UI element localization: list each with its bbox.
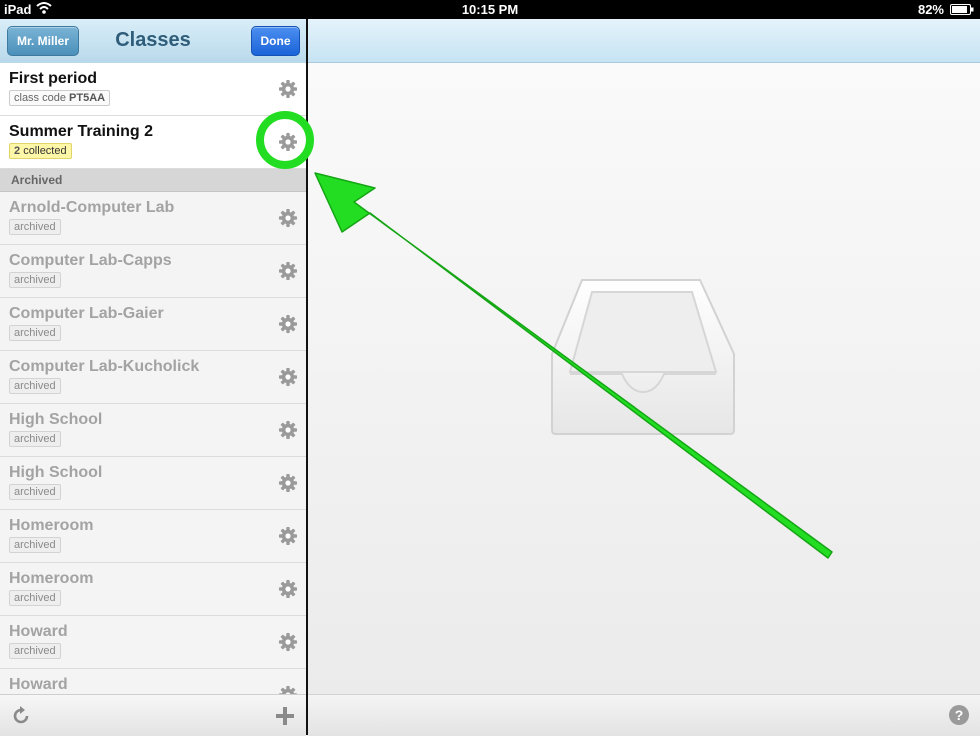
- archived-badge: archived: [9, 590, 61, 606]
- gear-icon[interactable]: [278, 473, 298, 493]
- class-name: High School: [9, 464, 103, 481]
- class-name: Computer Lab-Capps: [9, 252, 172, 269]
- archived-class-row[interactable]: Howard archived: [0, 616, 306, 669]
- battery-percent: 82%: [917, 2, 944, 17]
- class-name: Howard: [9, 676, 68, 693]
- class-row[interactable]: Summer Training 2 2 collected: [0, 116, 306, 169]
- archived-class-row[interactable]: High School archived: [0, 404, 306, 457]
- gear-icon[interactable]: [278, 526, 298, 546]
- gear-icon[interactable]: [278, 420, 298, 440]
- archived-badge: archived: [9, 272, 61, 288]
- battery-icon: [950, 4, 974, 15]
- empty-tray-icon: [551, 279, 735, 435]
- class-name: Computer Lab-Gaier: [9, 305, 164, 322]
- gear-icon[interactable]: [278, 132, 298, 152]
- class-name: Computer Lab-Kucholick: [9, 358, 200, 375]
- gear-icon[interactable]: [278, 632, 298, 652]
- help-icon[interactable]: ?: [948, 704, 970, 726]
- archived-class-row[interactable]: Arnold-Computer Lab archived: [0, 192, 306, 245]
- class-name: Homeroom: [9, 570, 94, 587]
- class-code-value: PT5AA: [69, 92, 106, 104]
- gear-icon[interactable]: [278, 261, 298, 281]
- done-button[interactable]: Done: [251, 26, 300, 56]
- status-bar: iPad 10:15 PM 82%: [0, 0, 980, 19]
- class-name: Summer Training 2: [9, 123, 154, 140]
- class-list: First period class code PT5AA Summer Tra…: [0, 63, 306, 700]
- classes-navbar: Mr. Miller Classes Done: [0, 19, 306, 64]
- collected-count: 2: [14, 145, 21, 157]
- class-name: High School: [9, 411, 103, 428]
- detail-pane: ?: [308, 19, 980, 736]
- archived-badge: archived: [9, 484, 61, 500]
- gear-icon[interactable]: [278, 79, 298, 99]
- archived-class-row[interactable]: Computer Lab-Kucholick archived: [0, 351, 306, 404]
- archived-badge: archived: [9, 219, 61, 235]
- archived-class-row[interactable]: Computer Lab-Capps archived: [0, 245, 306, 298]
- refresh-icon[interactable]: [10, 705, 32, 727]
- class-name: Howard: [9, 623, 68, 640]
- gear-icon[interactable]: [278, 579, 298, 599]
- class-row[interactable]: First period class code PT5AA: [0, 63, 306, 116]
- status-time: 10:15 PM: [461, 2, 519, 17]
- collected-label: collected: [23, 145, 67, 157]
- detail-navbar: [308, 19, 980, 63]
- classes-toolbar: [0, 694, 306, 736]
- archived-badge: archived: [9, 643, 61, 659]
- class-name: Homeroom: [9, 517, 94, 534]
- class-code-badge: class code PT5AA: [9, 90, 111, 106]
- gear-icon[interactable]: [278, 314, 298, 334]
- archived-badge: archived: [9, 325, 61, 341]
- plus-icon[interactable]: [274, 705, 296, 727]
- collected-badge: 2 collected: [9, 143, 72, 159]
- archived-class-row[interactable]: Homeroom archived: [0, 563, 306, 616]
- archived-class-row[interactable]: Computer Lab-Gaier archived: [0, 298, 306, 351]
- gear-icon[interactable]: [278, 208, 298, 228]
- svg-text:?: ?: [955, 707, 964, 723]
- classes-pane: Mr. Miller Classes Done First period cla…: [0, 19, 306, 736]
- gear-icon[interactable]: [278, 367, 298, 387]
- archived-class-row[interactable]: High School archived: [0, 457, 306, 510]
- archived-badge: archived: [9, 378, 61, 394]
- archived-class-row[interactable]: Homeroom archived: [0, 510, 306, 563]
- class-name: First period: [9, 70, 98, 87]
- archived-badge: archived: [9, 431, 61, 447]
- archived-badge: archived: [9, 537, 61, 553]
- class-code-label: class code: [14, 92, 66, 104]
- detail-toolbar: [308, 694, 980, 736]
- archived-section-header: Archived: [0, 169, 306, 192]
- class-name: Arnold-Computer Lab: [9, 199, 175, 216]
